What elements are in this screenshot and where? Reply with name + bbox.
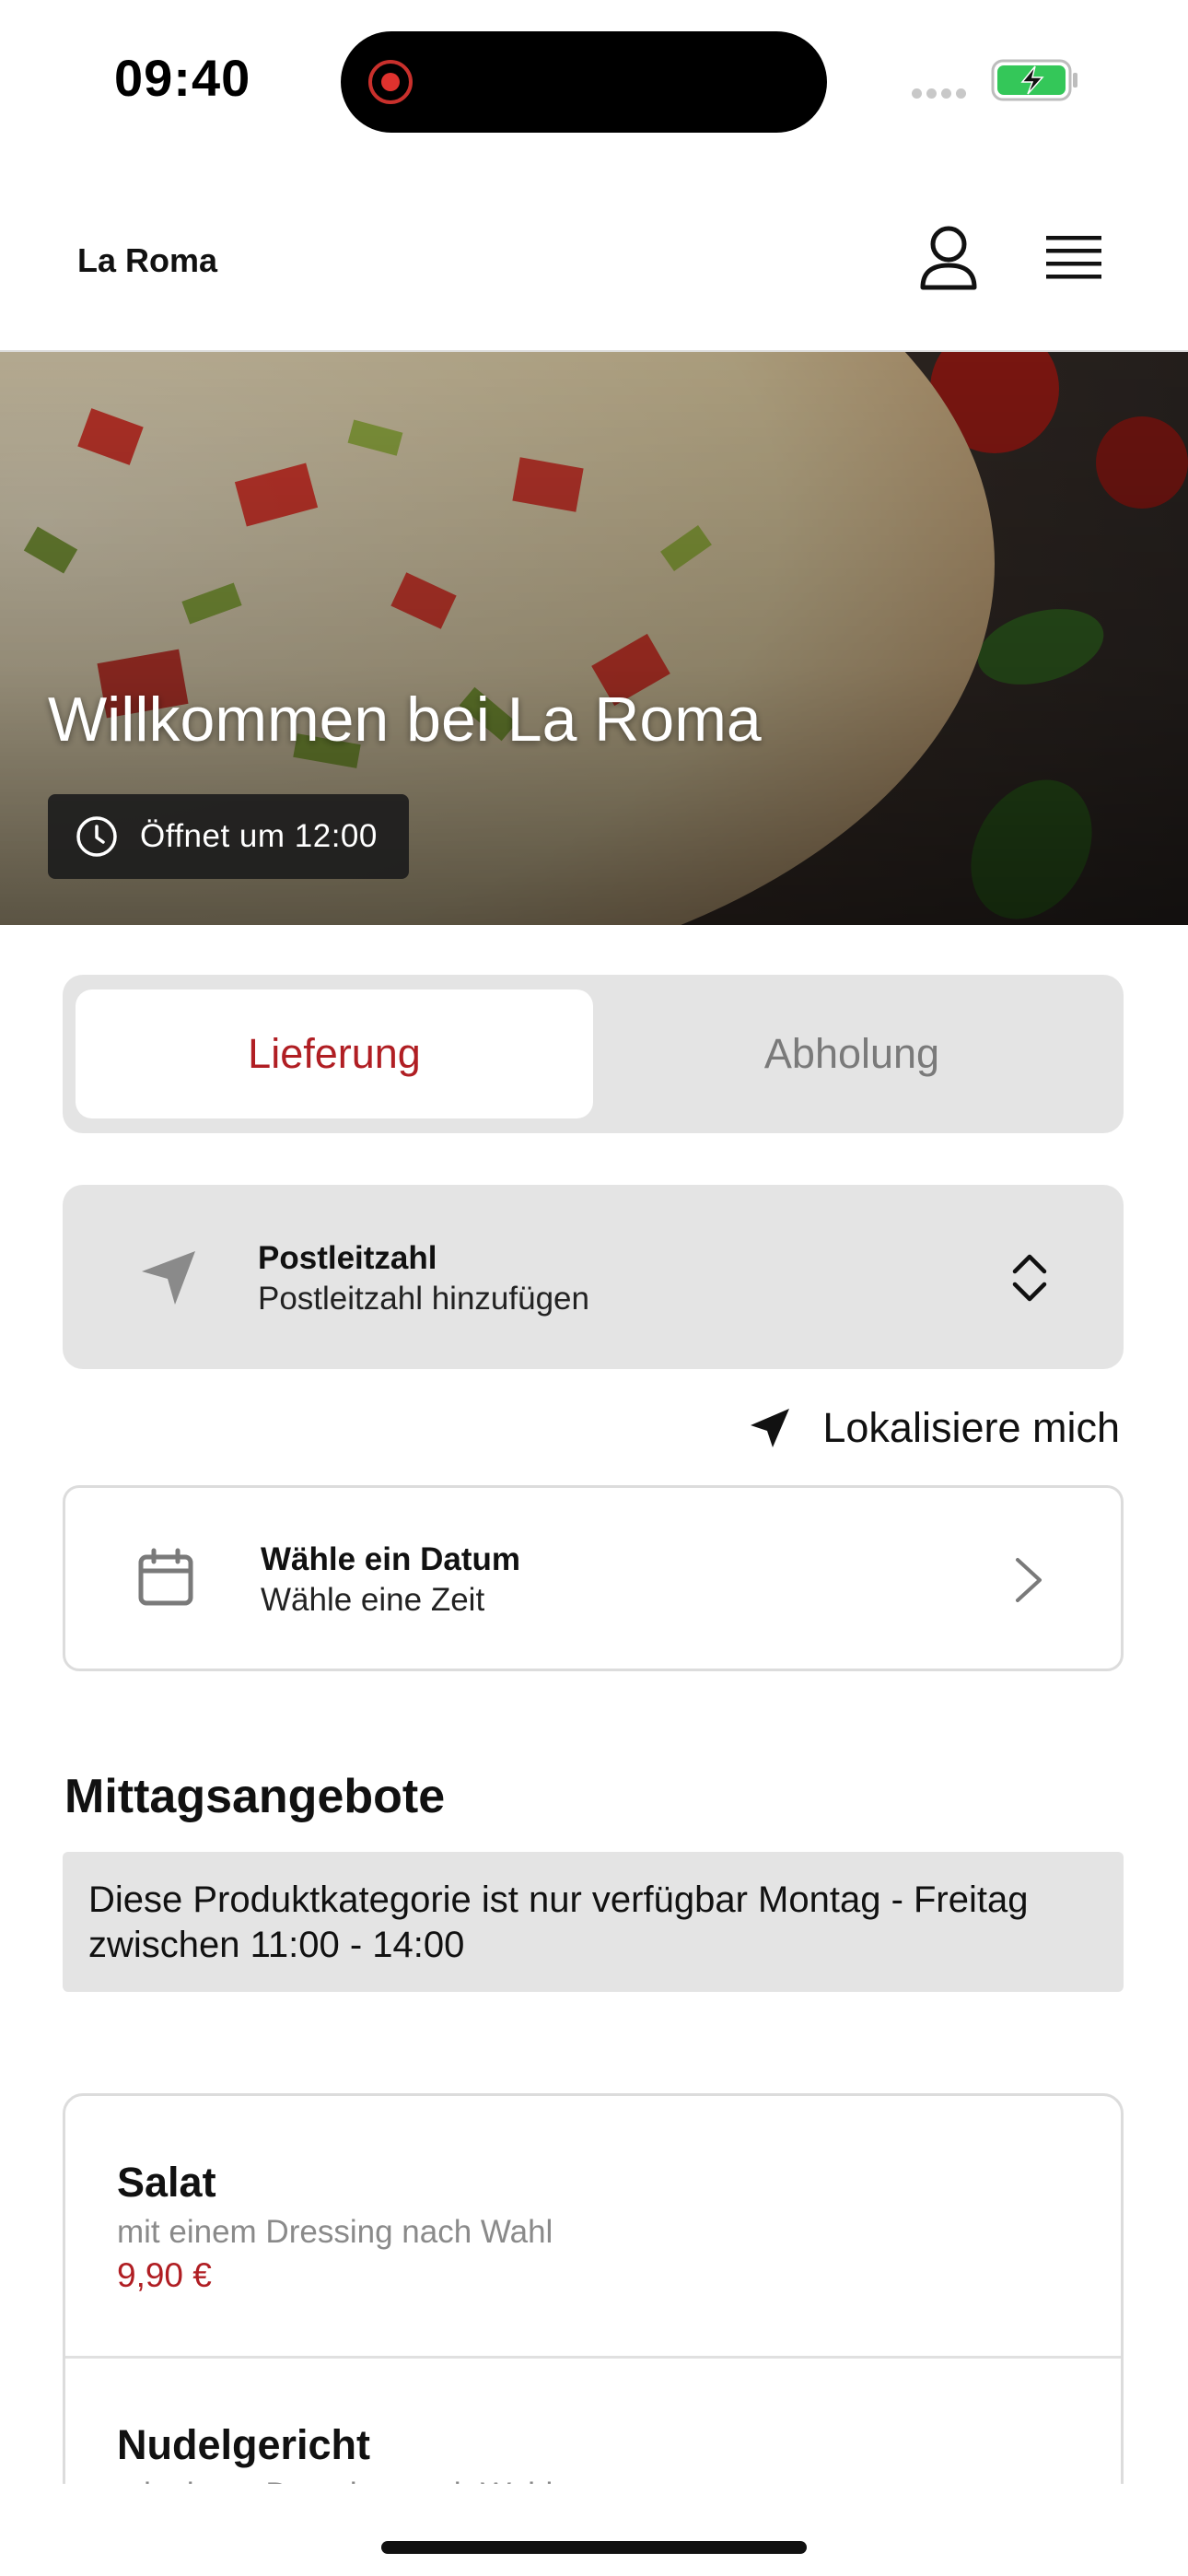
postal-code-label: Postleitzahl (258, 1240, 437, 1276)
product-price: 9,90 € (117, 2256, 212, 2294)
dynamic-island (341, 31, 827, 133)
product-description: mit einem Dressing nach Wahl (117, 2214, 553, 2250)
calendar-icon (138, 1548, 193, 1606)
product-description: mit einem Dressing nach Wahl (117, 2476, 1121, 2484)
locate-me-label: Lokalisiere mich (822, 1404, 1120, 1451)
brand-name[interactable]: La Roma (77, 241, 217, 280)
clock-icon (76, 816, 117, 857)
product-item[interactable]: Salat mit einem Dressing nach Wahl 9,90 … (65, 2096, 1121, 2356)
battery-charging-icon (991, 59, 1077, 101)
opening-hours-badge: Öffnet um 12:00 (48, 794, 409, 879)
order-mode-toggle: Lieferung Abholung (63, 975, 1124, 1133)
app-header: La Roma (0, 157, 1188, 352)
product-list-viewport: Salat mit einem Dressing nach Wahl 9,90 … (63, 2093, 1124, 2484)
postal-code-placeholder: Postleitzahl hinzufügen (258, 1281, 589, 1317)
cellular-signal-icon (912, 87, 973, 99)
status-time: 09:40 (114, 49, 251, 107)
chevron-right-icon (1016, 1558, 1042, 1602)
time-label: Wähle eine Zeit (261, 1582, 485, 1618)
date-time-selector[interactable]: Wähle ein Datum Wähle eine Zeit (63, 1485, 1124, 1671)
navigation-arrow-icon (142, 1251, 195, 1305)
locate-me-button[interactable]: Lokalisiere mich (747, 1400, 1120, 1456)
status-bar: 09:40 (0, 0, 1188, 157)
product-list: Salat mit einem Dressing nach Wahl 9,90 … (63, 2093, 1124, 2484)
recording-indicator-icon (368, 60, 413, 104)
availability-notice: Diese Produktkategorie ist nur verfügbar… (63, 1852, 1124, 1992)
location-arrow-icon (751, 1409, 790, 1447)
date-label: Wähle ein Datum (261, 1541, 520, 1577)
person-icon[interactable] (912, 221, 985, 295)
product-name: Nudelgericht (117, 2421, 371, 2468)
hero-title: Willkommen bei La Roma (48, 685, 762, 755)
postal-code-selector[interactable]: Postleitzahl Postleitzahl hinzufügen (63, 1185, 1124, 1369)
tab-pickup[interactable]: Abholung (593, 989, 1111, 1118)
section-title: Mittagsangebote (64, 1770, 446, 1823)
hamburger-menu-icon[interactable] (1039, 225, 1109, 295)
product-name: Salat (117, 2159, 216, 2206)
opening-hours-text: Öffnet um 12:00 (140, 818, 378, 854)
chevron-up-down-icon (1012, 1254, 1047, 1302)
tab-delivery[interactable]: Lieferung (76, 989, 593, 1118)
product-item[interactable]: Nudelgericht mit einem Dressing nach Wah… (65, 2356, 1121, 2484)
hero-banner: Willkommen bei La Roma Öffnet um 12:00 (0, 352, 1188, 925)
home-indicator[interactable] (381, 2541, 807, 2554)
